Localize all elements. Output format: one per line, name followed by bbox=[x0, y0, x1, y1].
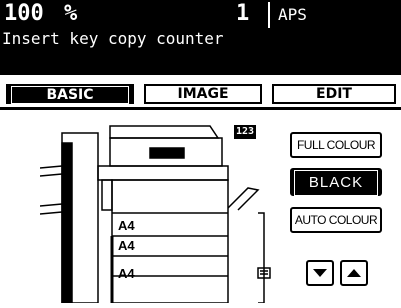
full-colour-button[interactable]: FULL COLOUR bbox=[290, 132, 382, 158]
bypass-tray-icon bbox=[227, 187, 260, 211]
finisher-tray-lower bbox=[40, 203, 63, 215]
zoom-unit: % bbox=[64, 1, 78, 26]
tray-bracket bbox=[258, 212, 265, 303]
copy-count: 1 bbox=[236, 1, 250, 26]
triangle-down-icon bbox=[313, 269, 327, 277]
control-panel bbox=[149, 147, 185, 159]
auto-colour-button[interactable]: AUTO COLOUR bbox=[290, 207, 382, 233]
tab-divider bbox=[0, 107, 401, 110]
tab-basic[interactable]: BASIC bbox=[6, 84, 134, 104]
status-message: Insert key copy counter bbox=[2, 29, 224, 48]
scroll-up-button[interactable] bbox=[340, 260, 368, 286]
black-button[interactable]: BLACK bbox=[290, 168, 382, 196]
counter-icon: 123 bbox=[234, 125, 257, 139]
count-divider bbox=[268, 2, 270, 28]
finisher-edge bbox=[61, 142, 73, 303]
tab-image[interactable]: IMAGE bbox=[144, 84, 262, 104]
tray-1-size[interactable]: A4 bbox=[118, 218, 208, 234]
tray-3-size[interactable]: A4 bbox=[118, 266, 208, 282]
zoom-value: 100 bbox=[4, 1, 44, 26]
status-bar: 100 % 1 APS Insert key copy counter bbox=[0, 0, 401, 75]
tray-2-size[interactable]: A4 bbox=[118, 238, 208, 254]
black-button-label: BLACK bbox=[294, 170, 378, 196]
triangle-up-icon bbox=[347, 269, 361, 277]
left-panel bbox=[101, 179, 113, 211]
finisher-tray-upper bbox=[40, 165, 63, 177]
scroll-down-button[interactable] bbox=[306, 260, 334, 286]
document-feeder bbox=[109, 125, 220, 139]
tab-basic-label: BASIC bbox=[11, 86, 129, 104]
paper-mode: APS bbox=[278, 5, 307, 24]
tab-edit[interactable]: EDIT bbox=[272, 84, 396, 104]
output-section bbox=[97, 165, 229, 181]
